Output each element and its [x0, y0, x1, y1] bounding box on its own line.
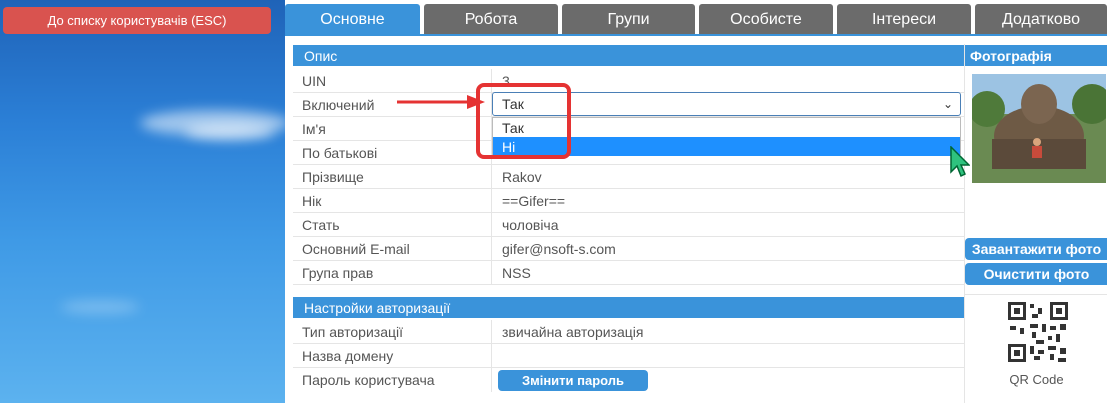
gender-value[interactable]: чоловіча — [492, 213, 964, 236]
field-row-email: Основний E-mail gifer@nsoft-s.com — [293, 237, 964, 261]
tab-work[interactable]: Робота — [424, 4, 558, 35]
upload-photo-button[interactable]: Завантажити фото — [965, 238, 1107, 260]
qr-code-icon — [1008, 302, 1068, 362]
desktop-background — [0, 0, 285, 403]
auth-section-header: Настройки авторизації — [293, 297, 964, 318]
user-photo — [972, 74, 1106, 183]
change-password-button[interactable]: Змінити пароль — [498, 370, 648, 391]
photo-column: Фотографія Завантажити фото Очистити фот… — [964, 44, 1107, 403]
field-row-domain: Назва домену — [293, 344, 964, 368]
clear-photo-button[interactable]: Очистити фото — [965, 263, 1107, 285]
field-row-uin: UIN 3 — [293, 69, 964, 93]
field-row-rights-group: Група прав NSS — [293, 261, 964, 285]
photo-section-header: Фотографія — [965, 45, 1107, 66]
back-to-user-list-button[interactable]: До списку користувачів (ESC) — [3, 7, 271, 34]
tab-interests[interactable]: Інтереси — [837, 4, 971, 35]
tab-additional[interactable]: Додатково — [975, 4, 1107, 35]
tab-personal[interactable]: Особисте — [699, 4, 833, 35]
field-row-auth-type: Тип авторизації звичайна авторизація — [293, 320, 964, 344]
description-section-header: Опис — [293, 45, 964, 66]
field-row-nick: Нік ==Gifer== — [293, 189, 964, 213]
field-label: Стать — [293, 213, 492, 236]
field-label: Назва домену — [293, 344, 492, 367]
last-name-value[interactable]: Rakov — [492, 165, 964, 188]
tab-bar: Основне Робота Групи Особисте Інтереси Д… — [285, 4, 1107, 35]
field-label: Пароль користувача — [293, 368, 492, 392]
chevron-down-icon: ⌄ — [942, 97, 953, 111]
annotation-highlight-box — [476, 83, 571, 159]
tab-main[interactable]: Основне — [285, 4, 420, 35]
field-label: Група прав — [293, 261, 492, 284]
tab-underline — [285, 34, 1107, 36]
field-label: UIN — [293, 69, 492, 92]
user-edit-panel: Основне Робота Групи Особисте Інтереси Д… — [285, 0, 1107, 403]
auth-type-value[interactable]: звичайна авторизація — [492, 320, 964, 343]
mouse-cursor-icon — [950, 146, 970, 178]
field-label: Нік — [293, 189, 492, 212]
field-label: Ім'я — [293, 117, 492, 140]
domain-value[interactable] — [492, 344, 964, 367]
field-label: Основний E-mail — [293, 237, 492, 260]
tab-groups[interactable]: Групи — [562, 4, 695, 35]
field-label: Тип авторизації — [293, 320, 492, 343]
email-value[interactable]: gifer@nsoft-s.com — [492, 237, 964, 260]
field-row-gender: Стать чоловіча — [293, 213, 964, 237]
qr-code-label: QR Code — [1009, 372, 1064, 387]
nick-value[interactable]: ==Gifer== — [492, 189, 964, 212]
field-label: По батькові — [293, 141, 492, 164]
field-label: Прізвище — [293, 165, 492, 188]
divider — [965, 294, 1107, 295]
annotation-arrow-icon — [397, 95, 485, 109]
field-row-last-name: Прізвище Rakov — [293, 165, 964, 189]
rights-group-value[interactable]: NSS — [492, 261, 964, 284]
